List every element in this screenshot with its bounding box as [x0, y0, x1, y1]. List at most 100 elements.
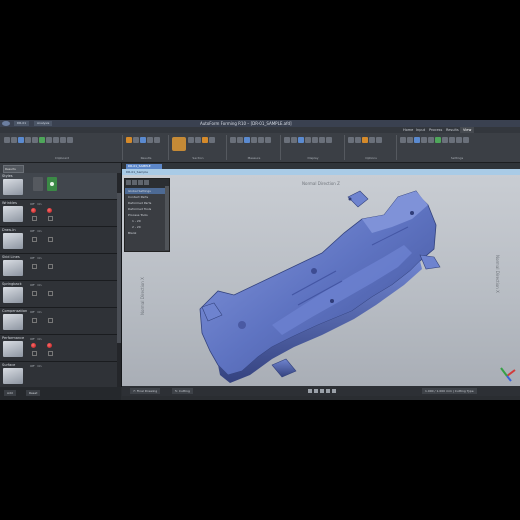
- reset-button[interactable]: Reset: [26, 390, 41, 396]
- transparency-icon[interactable]: [355, 137, 361, 143]
- checkbox[interactable]: [48, 351, 53, 356]
- results-scrollbar[interactable]: [117, 173, 121, 387]
- group-label: Measure: [247, 156, 261, 160]
- export-icon[interactable]: [463, 137, 469, 143]
- status-red-dot[interactable]: [31, 343, 36, 348]
- category-draw-in[interactable]: Draw-In Off On: [0, 227, 117, 254]
- isometric-icon[interactable]: [298, 137, 304, 143]
- angle-icon[interactable]: [237, 137, 243, 143]
- probe-icon[interactable]: [258, 137, 264, 143]
- category-surface[interactable]: Surface Off On: [0, 362, 117, 388]
- app-logo-icon[interactable]: [2, 121, 10, 126]
- checkbox[interactable]: [32, 264, 37, 269]
- point-icon[interactable]: [209, 137, 215, 143]
- clear-measure-icon[interactable]: [265, 137, 271, 143]
- status-red-dot[interactable]: [47, 343, 52, 348]
- toggle-on[interactable]: [47, 177, 57, 191]
- sync-icon[interactable]: [414, 137, 420, 143]
- results-dropdown[interactable]: Results: [3, 165, 24, 173]
- layout-icon[interactable]: [421, 137, 427, 143]
- highlight-icon[interactable]: [202, 137, 208, 143]
- distance-icon[interactable]: [230, 137, 236, 143]
- checkbox[interactable]: [32, 291, 37, 296]
- category-compensation[interactable]: Compensation Off On: [0, 308, 117, 335]
- print-icon[interactable]: [60, 137, 66, 143]
- record-icon[interactable]: [407, 137, 413, 143]
- next-frame-icon[interactable]: [326, 389, 330, 393]
- status-red-dot[interactable]: [31, 208, 36, 213]
- play-icon[interactable]: [320, 389, 324, 393]
- tree-scrollbar[interactable]: [165, 186, 169, 250]
- category-styles[interactable]: Styles: [0, 173, 117, 200]
- step-selector[interactable]: 7: Final Drawing: [130, 388, 161, 394]
- category-springback[interactable]: Springback Off On: [0, 281, 117, 308]
- legend-icon[interactable]: [369, 137, 375, 143]
- checkbox[interactable]: [32, 237, 37, 242]
- gear-icon[interactable]: [442, 137, 448, 143]
- category-wrinkles[interactable]: Wrinkles Off On: [0, 200, 117, 227]
- checkbox[interactable]: [48, 291, 53, 296]
- section-big-icon[interactable]: [172, 137, 186, 151]
- expand-icon[interactable]: [126, 180, 131, 185]
- gap-icon[interactable]: [251, 137, 257, 143]
- checkbox[interactable]: [48, 318, 53, 323]
- mode-selector[interactable]: 5: Cutting: [172, 388, 193, 394]
- color-map-icon[interactable]: [362, 137, 368, 143]
- side-view-icon[interactable]: [319, 137, 325, 143]
- split-icon[interactable]: [154, 137, 160, 143]
- add-button[interactable]: Add: [4, 390, 16, 396]
- info-icon[interactable]: [456, 137, 462, 143]
- category-performance[interactable]: Performance Off On: [0, 335, 117, 362]
- shade-icon[interactable]: [284, 137, 290, 143]
- ribbon-group-results: Results: [124, 135, 169, 160]
- checkbox[interactable]: [32, 216, 37, 221]
- first-frame-icon[interactable]: [308, 389, 312, 393]
- save-icon[interactable]: [18, 137, 24, 143]
- cut-plane-icon[interactable]: [188, 137, 194, 143]
- 3d-viewport[interactable]: Normal Direction Z Normal Direction X No…: [122, 175, 520, 386]
- quick-tab-2[interactable]: Analysis: [34, 121, 53, 126]
- paste-icon[interactable]: [53, 137, 59, 143]
- category-skid-lines[interactable]: Skid Lines Off On: [0, 254, 117, 281]
- camera-icon[interactable]: [400, 137, 406, 143]
- checkbox[interactable]: [48, 216, 53, 221]
- top-view-icon[interactable]: [305, 137, 311, 143]
- col-off: Off: [30, 229, 35, 233]
- zoom-icon[interactable]: [67, 137, 73, 143]
- result-icon[interactable]: [126, 137, 132, 143]
- fit-icon[interactable]: [326, 137, 332, 143]
- flc-icon[interactable]: [147, 137, 153, 143]
- last-frame-icon[interactable]: [332, 389, 336, 393]
- redo-icon[interactable]: [32, 137, 38, 143]
- visibility-icon[interactable]: [144, 180, 149, 185]
- checkbox[interactable]: [32, 351, 37, 356]
- radius-icon[interactable]: [244, 137, 250, 143]
- status-red-dot[interactable]: [47, 208, 52, 213]
- quick-tab-1[interactable]: DR-01: [14, 121, 30, 126]
- filter-icon[interactable]: [138, 180, 143, 185]
- scrollbar-thumb[interactable]: [117, 193, 121, 343]
- checkbox[interactable]: [48, 237, 53, 242]
- section-line-icon[interactable]: [195, 137, 201, 143]
- part-model[interactable]: [122, 175, 520, 386]
- mesh-icon[interactable]: [291, 137, 297, 143]
- thickness-icon[interactable]: [133, 137, 139, 143]
- grid-icon[interactable]: [376, 137, 382, 143]
- run-icon[interactable]: [39, 137, 45, 143]
- copy-icon[interactable]: [46, 137, 52, 143]
- checkbox[interactable]: [32, 318, 37, 323]
- apply-icon[interactable]: [435, 137, 441, 143]
- front-view-icon[interactable]: [312, 137, 318, 143]
- checkbox[interactable]: [48, 264, 53, 269]
- help-icon[interactable]: [449, 137, 455, 143]
- new-icon[interactable]: [4, 137, 10, 143]
- undo-icon[interactable]: [25, 137, 31, 143]
- window-icon[interactable]: [428, 137, 434, 143]
- open-icon[interactable]: [11, 137, 17, 143]
- prev-frame-icon[interactable]: [314, 389, 318, 393]
- lighting-icon[interactable]: [348, 137, 354, 143]
- tree-row[interactable]: Blank: [125, 230, 169, 236]
- strain-icon[interactable]: [140, 137, 146, 143]
- collapse-icon[interactable]: [132, 180, 137, 185]
- toggle-off[interactable]: [33, 177, 43, 191]
